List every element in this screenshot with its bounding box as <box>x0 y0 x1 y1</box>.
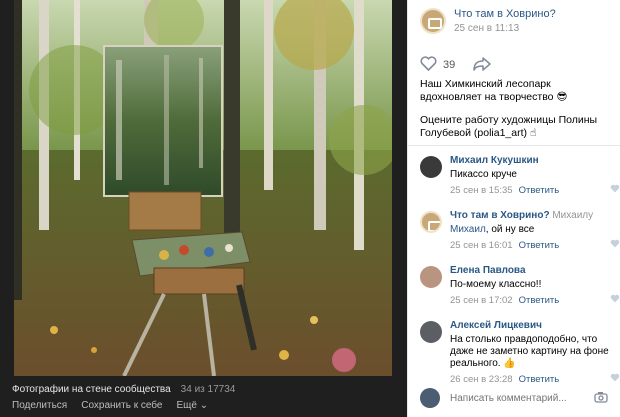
comment-like-icon[interactable] <box>610 239 620 251</box>
comment-date[interactable]: 25 сен в 15:35 <box>450 185 513 196</box>
author-avatar[interactable] <box>420 8 446 34</box>
share-button[interactable]: Поделиться <box>12 400 67 411</box>
comment: Елена Павлова По-моему классно!! 25 сен … <box>420 265 620 306</box>
album-link[interactable]: Фотографии на стене сообщества <box>12 384 171 395</box>
comment: Что там в Ховрино? Михаилу Михаил, ой ну… <box>420 210 620 251</box>
emoji-icon: 😎 <box>556 91 568 103</box>
post-description: Наш Химкинский лесопарк вдохновляет на т… <box>420 78 610 140</box>
attach-camera-icon[interactable] <box>594 391 608 406</box>
mention-link[interactable]: Михаил <box>450 224 486 235</box>
comment-date[interactable]: 25 сен в 17:02 <box>450 295 513 306</box>
commenter-avatar[interactable] <box>420 211 442 233</box>
comment: Алексей Лицкевич На столько правдоподобн… <box>420 320 620 385</box>
photo-counter: 34 из 17734 <box>180 384 236 395</box>
heart-icon[interactable] <box>420 56 437 74</box>
more-button[interactable]: Ещё ⌄ <box>176 400 208 411</box>
commenter-avatar[interactable] <box>420 156 442 178</box>
post-text-2-content: Оцените работу художницы Полины Голубево… <box>420 114 598 139</box>
comment-text: Пикассо круче <box>450 169 517 180</box>
comment-like-icon[interactable] <box>610 294 620 306</box>
commenter-name[interactable]: Алексей Лицкевич <box>450 320 610 331</box>
divider <box>408 145 620 146</box>
author-name[interactable]: Что там в Ховрино? <box>454 8 556 20</box>
comment-text: На столько правдоподобно, что даже не за… <box>450 334 610 370</box>
likes-count: 39 <box>443 59 456 71</box>
comment: Михаил Кукушкин Пикассо круче 25 сен в 1… <box>420 155 620 196</box>
commenter-avatar[interactable] <box>420 321 442 343</box>
comment-text-content: На столько правдоподобно, что даже не за… <box>450 334 609 369</box>
post-text-1: Наш Химкинский лесопарк вдохновляет на т… <box>420 78 610 104</box>
photo[interactable] <box>14 0 392 376</box>
forest-painting-photo <box>14 0 392 376</box>
likes-bar: 39 <box>420 56 491 74</box>
my-avatar <box>420 388 440 408</box>
reply-button[interactable]: Ответить <box>519 295 560 306</box>
commenter-name[interactable]: Елена Павлова <box>450 265 610 276</box>
viewer-footer: Фотографии на стене сообщества 34 из 177… <box>12 384 402 411</box>
comment-date[interactable]: 25 сен в 16:01 <box>450 240 513 251</box>
comment-text: По-моему классно!! <box>450 279 542 290</box>
commenter-avatar[interactable] <box>420 266 442 288</box>
post-text-2: Оцените работу художницы Полины Голубево… <box>420 114 610 140</box>
comment-input[interactable] <box>450 392 590 404</box>
post-author: Что там в Ховрино? 25 сен в 11:13 <box>420 8 556 34</box>
post-text-1-content: Наш Химкинский лесопарк вдохновляет на т… <box>420 78 554 103</box>
reply-button[interactable]: Ответить <box>519 185 560 196</box>
hand-emoji-icon: ☝ <box>529 127 537 139</box>
save-button[interactable]: Сохранить к себе <box>81 400 162 411</box>
reply-button[interactable]: Ответить <box>519 240 560 251</box>
comment-text: Михаил, ой ну все <box>450 224 610 236</box>
comment-composer <box>420 388 616 408</box>
comment-like-icon[interactable] <box>610 184 620 196</box>
comment-like-icon[interactable] <box>610 373 620 385</box>
post-date[interactable]: 25 сен в 11:13 <box>454 23 556 34</box>
comment-list: Михаил Кукушкин Пикассо круче 25 сен в 1… <box>420 155 620 399</box>
reply-to[interactable]: Михаилу <box>552 210 593 221</box>
photo-sidebar: Что там в Ховрино? 25 сен в 11:13 39 Наш… <box>407 0 620 417</box>
thumbs-up-emoji-icon: 👍 <box>503 358 516 369</box>
commenter-name[interactable]: Что там в Ховрино? Михаилу <box>450 210 610 221</box>
reply-button[interactable]: Ответить <box>519 374 560 385</box>
comment-text-content: , ой ну все <box>485 224 535 235</box>
comment-date[interactable]: 26 сен в 23:28 <box>450 374 513 385</box>
commenter-name[interactable]: Михаил Кукушкин <box>450 155 610 166</box>
photo-viewer: Фотографии на стене сообщества 34 из 177… <box>0 0 407 417</box>
commenter-name-text: Что там в Ховрино? <box>450 210 550 221</box>
share-arrow-icon[interactable] <box>473 56 491 74</box>
more-label: Ещё <box>176 400 197 411</box>
